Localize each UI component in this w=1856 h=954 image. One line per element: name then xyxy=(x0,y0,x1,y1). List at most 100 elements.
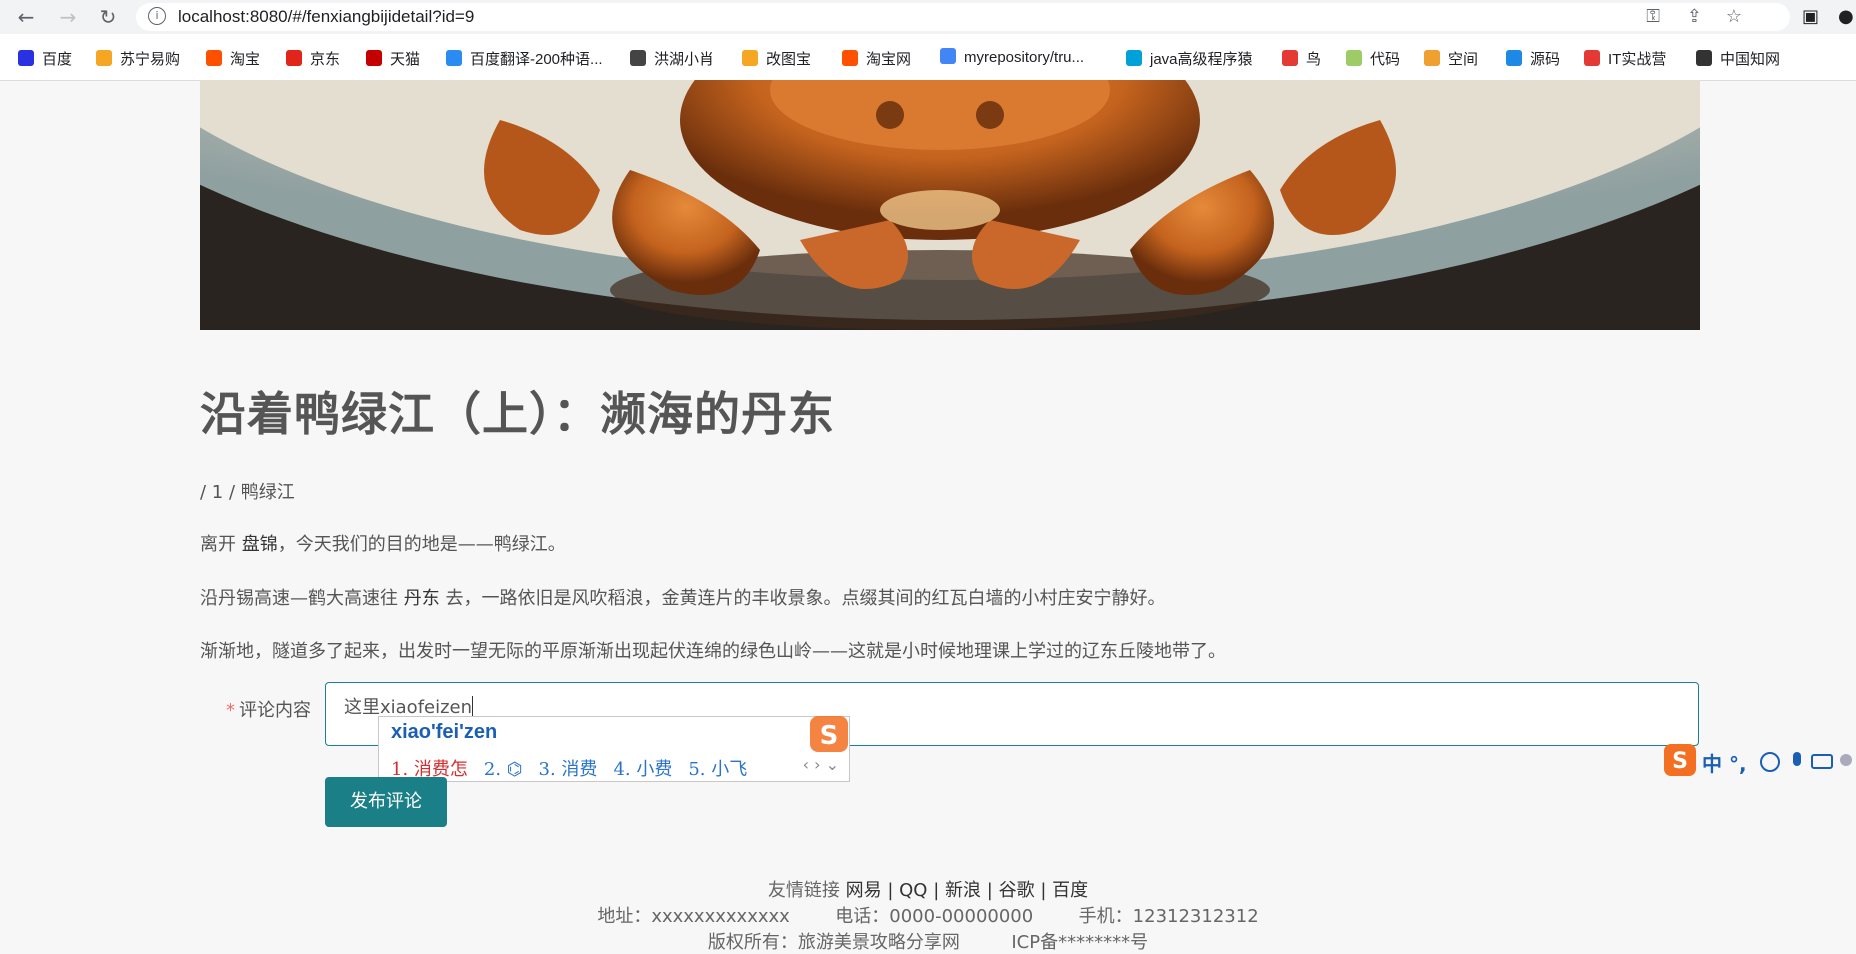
share-icon[interactable]: ⇪ xyxy=(1687,6,1702,27)
taobao-net-icon xyxy=(842,50,858,66)
bookmark-item[interactable]: 改图宝 xyxy=(742,48,811,69)
required-star: * xyxy=(226,700,235,721)
taobao-icon xyxy=(206,50,222,66)
bookmark-label: 源码 xyxy=(1530,51,1561,68)
footer-link[interactable]: 新浪 xyxy=(945,880,981,901)
bookmark-label: 百度翻译-200种语... xyxy=(470,51,603,68)
back-arrow-icon[interactable]: ← xyxy=(14,5,38,29)
ime-status-bar: S 中 °, xyxy=(1660,740,1856,780)
sogou-logo-icon: S xyxy=(810,716,848,752)
bookmark-item[interactable]: IT实战营 xyxy=(1584,48,1666,69)
bookmark-item[interactable]: java高级程序猿 xyxy=(1126,48,1253,69)
ime-candidate[interactable]: 5. 小飞 xyxy=(688,759,747,780)
paragraph-text: 去，一路依旧是风吹稻浪，金黄连片的丰收景象。点缀其间的红瓦白墙的小村庄安宁静好。 xyxy=(439,588,1166,609)
text-caret xyxy=(472,696,474,716)
bookmark-item[interactable]: 淘宝网 xyxy=(842,48,911,69)
bookmark-label: 改图宝 xyxy=(766,51,812,68)
footer-phone: 电话：0000-00000000 xyxy=(835,906,1034,927)
footer-link[interactable]: QQ xyxy=(899,880,927,901)
bookmark-item[interactable]: 苏宁易购 xyxy=(96,48,180,69)
footer-contact: 地址：xxxxxxxxxxxxx 电话：0000-00000000 手机：123… xyxy=(0,902,1856,928)
footer-address: 地址：xxxxxxxxxxxxx xyxy=(597,906,790,927)
place-name-dandong: 丹东 xyxy=(403,588,440,609)
bookmark-item[interactable]: myrepository/tru... xyxy=(940,48,1084,66)
footer-copyright: 版权所有：旅游美景攻略分享网 ICP备********号 xyxy=(0,928,1856,954)
footer-link[interactable]: 百度 xyxy=(1052,880,1088,901)
bookmark-label: 淘宝网 xyxy=(866,51,912,68)
reload-icon[interactable]: ↻ xyxy=(96,5,120,29)
bookmark-label: 中国知网 xyxy=(1720,51,1781,68)
code-icon xyxy=(1346,50,1362,66)
bird-icon xyxy=(630,50,646,66)
bookmark-item[interactable]: 洪湖小肖 xyxy=(630,48,714,69)
bookmark-item[interactable]: 天猫 xyxy=(366,48,420,69)
ime-candidate[interactable]: 3. 消费 xyxy=(539,759,598,780)
bookmark-label: 百度 xyxy=(42,51,73,68)
bookmark-item[interactable]: 百度翻译-200种语... xyxy=(446,48,603,69)
bookmark-label: 苏宁易购 xyxy=(120,51,181,68)
chrome-icon xyxy=(940,48,956,64)
url-text[interactable]: localhost:8080/#/fenxiangbijidetail?id=9 xyxy=(178,7,474,27)
ime-candidate-window: xiao'fei'zen 1. 消费怎 2. ⌬ 3. 消费 4. 小费 5. 小飞 ‹… xyxy=(378,716,850,782)
ime-page-arrows[interactable]: ‹ › ⌄ xyxy=(803,755,839,774)
footer-separator: | xyxy=(933,880,940,901)
cnki-icon xyxy=(1696,50,1712,66)
tmall-icon xyxy=(366,50,382,66)
ime-candidate[interactable]: 2. ⌬ xyxy=(484,759,523,780)
translate-icon xyxy=(446,50,462,66)
profile-icon[interactable]: ● xyxy=(1838,6,1854,27)
it-icon xyxy=(1584,50,1600,66)
bookmark-item[interactable]: 源码 xyxy=(1506,48,1560,69)
bookmark-item[interactable]: 百度 xyxy=(18,48,72,69)
bookmark-item[interactable]: 淘宝 xyxy=(206,48,260,69)
ime-mode-text[interactable]: 中 °, xyxy=(1702,748,1747,777)
bookmark-item[interactable]: 空间 xyxy=(1424,48,1478,69)
ime-candidate[interactable]: 4. 小费 xyxy=(613,759,672,780)
bookmark-label: 天猫 xyxy=(390,51,421,68)
footer-mobile: 手机：12312312312 xyxy=(1078,906,1259,927)
qzone-icon xyxy=(1424,50,1440,66)
bookmark-item[interactable]: 中国知网 xyxy=(1696,48,1780,69)
jd-icon xyxy=(286,50,302,66)
fish-icon xyxy=(1506,50,1522,66)
bookmark-label: 京东 xyxy=(310,51,341,68)
paragraph-text: 沿丹锡高速—鹤大高速往 xyxy=(200,588,404,609)
comment-value[interactable]: 这里xiaofeizen xyxy=(344,697,472,718)
footer-copyright-text: 版权所有：旅游美景攻略分享网 xyxy=(707,932,960,953)
paragraph-text: ，今天我们的目的地是——鸭绿江。 xyxy=(277,534,566,555)
bookmark-label: myrepository/tru... xyxy=(964,49,1085,66)
bilibili-icon xyxy=(1126,50,1142,66)
bookmark-label: java高级程序猿 xyxy=(1150,51,1253,68)
baidu-paw-icon xyxy=(18,50,34,66)
svg-text:S: S xyxy=(1672,749,1688,774)
bookmark-item[interactable]: 鸟 xyxy=(1282,48,1321,69)
article-paragraph-1: 离开 盘锦，今天我们的目的地是——鸭绿江。 xyxy=(200,530,566,556)
comment-label: * 评论内容 xyxy=(226,696,311,722)
footer-links: 友情链接 网易 | QQ | 新浪 | 谷歌 | 百度 xyxy=(0,876,1856,902)
article-breadcrumb: / 1 / 鸭绿江 xyxy=(200,482,295,503)
footer-link[interactable]: 谷歌 xyxy=(999,880,1035,901)
footer-separator: | xyxy=(986,880,993,901)
forward-arrow-icon[interactable]: → xyxy=(56,5,80,29)
submit-comment-button[interactable]: 发布评论 xyxy=(325,777,447,827)
side-panel-icon[interactable]: ▣ xyxy=(1802,6,1819,27)
comment-label-text: 评论内容 xyxy=(239,700,311,721)
ime-candidates: 1. 消费怎 2. ⌬ 3. 消费 4. 小费 5. 小飞 xyxy=(391,755,763,781)
star-icon[interactable]: ☆ xyxy=(1726,6,1742,27)
suning-icon xyxy=(96,50,112,66)
info-icon[interactable]: i xyxy=(148,7,166,25)
bookmark-item[interactable]: 代码 xyxy=(1346,48,1400,69)
bookmark-label: 淘宝 xyxy=(230,51,261,68)
footer-icp: ICP备********号 xyxy=(1011,932,1149,953)
bookmark-item[interactable]: 京东 xyxy=(286,48,340,69)
bookmark-label: 鸟 xyxy=(1306,51,1322,68)
gaitubao-icon xyxy=(742,50,758,66)
browser-toolbar: ← → ↻ i localhost:8080/#/fenxiangbijidet… xyxy=(0,0,1856,34)
bookmark-label: 洪湖小肖 xyxy=(654,51,715,68)
footer-link[interactable]: 网易 xyxy=(846,880,882,901)
article-paragraph-3: 渐渐地，隧道多了起来，出发时一望无际的平原渐渐出现起伏连绵的绿色山岭——这就是小… xyxy=(200,641,1226,662)
svg-text:S: S xyxy=(820,721,839,751)
key-icon[interactable]: ⚿ xyxy=(1646,6,1660,27)
footer-separator: | xyxy=(887,880,894,901)
address-bar[interactable]: i localhost:8080/#/fenxiangbijidetail?id… xyxy=(136,3,1790,31)
